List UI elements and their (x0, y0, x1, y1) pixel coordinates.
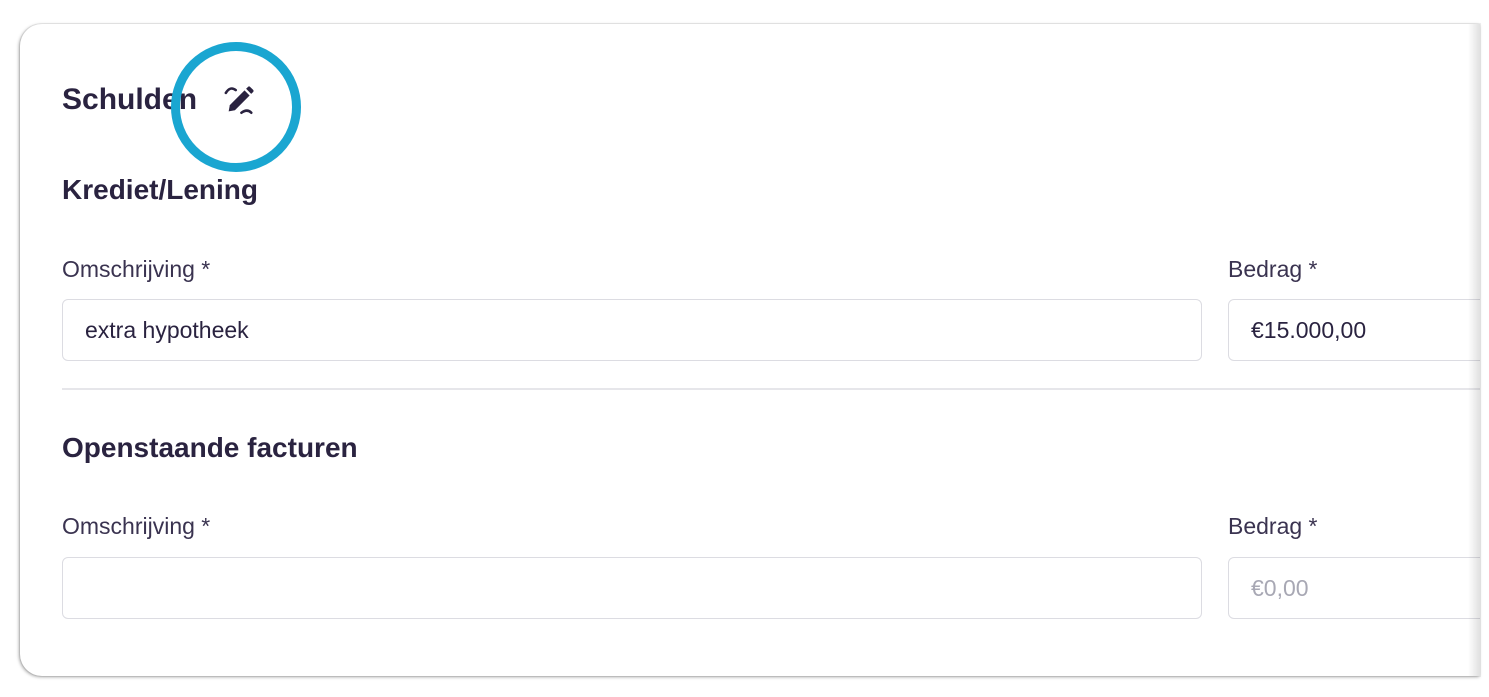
amount-label: Bedrag * (1228, 256, 1318, 282)
subhead-invoices: Openstaande facturen (62, 432, 358, 463)
description-label: Omschrijving * (62, 513, 211, 539)
invoice-amount-input[interactable] (1228, 557, 1480, 619)
debts-card: Schulden Krediet/Lening Omschrijving * B… (20, 24, 1480, 676)
section-title: Schulden (62, 83, 198, 116)
edit-pencil-icon (224, 86, 254, 115)
invoice-description-input[interactable] (62, 557, 1202, 619)
amount-label: Bedrag * (1228, 513, 1318, 539)
card-edge-shadow (1468, 24, 1480, 676)
section-divider (62, 388, 1480, 390)
loan-amount-input[interactable] (1228, 299, 1480, 361)
edit-button[interactable] (220, 80, 260, 120)
loan-description-input[interactable] (62, 299, 1202, 361)
description-label: Omschrijving * (62, 256, 211, 282)
subhead-loan: Krediet/Lening (62, 174, 259, 205)
